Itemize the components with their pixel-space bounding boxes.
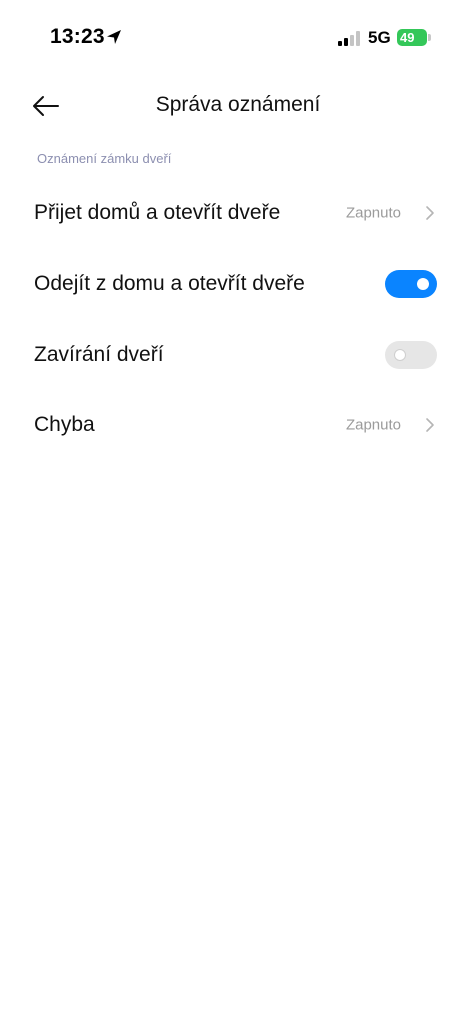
battery-tip xyxy=(428,34,431,41)
chevron-right-icon xyxy=(426,418,434,432)
row-value: Zapnuto xyxy=(345,204,401,222)
row-arrive-home[interactable]: Přijet domů a otevřít dveře Zapnuto xyxy=(0,178,471,248)
row-label: Odejít z domu a otevřít dveře xyxy=(34,272,305,295)
row-leave-home: Odejít z domu a otevřít dveře xyxy=(0,249,471,319)
toggle-door-closing[interactable] xyxy=(385,341,437,369)
status-time: 13:23 xyxy=(50,25,105,48)
section-label: Oznámení zámku dveří xyxy=(37,151,172,166)
signal-icon xyxy=(338,31,360,46)
chevron-right-icon xyxy=(426,206,434,220)
toggle-leave-home[interactable] xyxy=(385,270,437,298)
header: Správa oznámení xyxy=(0,78,471,134)
row-error[interactable]: Chyba Zapnuto xyxy=(0,390,471,460)
row-label: Zavírání dveří xyxy=(34,343,164,366)
network-type: 5G xyxy=(368,28,391,47)
row-label: Přijet domů a otevřít dveře xyxy=(34,201,281,224)
toggle-knob xyxy=(417,278,429,290)
row-label: Chyba xyxy=(34,413,95,436)
status-bar: 13:23 5G 49 xyxy=(0,0,471,78)
toggle-knob xyxy=(394,349,406,361)
location-arrow-icon xyxy=(107,30,121,44)
row-door-closing: Zavírání dveří xyxy=(0,320,471,390)
row-value: Zapnuto xyxy=(345,416,401,434)
page-title: Správa oznámení xyxy=(155,93,321,116)
battery-icon: 49 xyxy=(397,29,427,46)
